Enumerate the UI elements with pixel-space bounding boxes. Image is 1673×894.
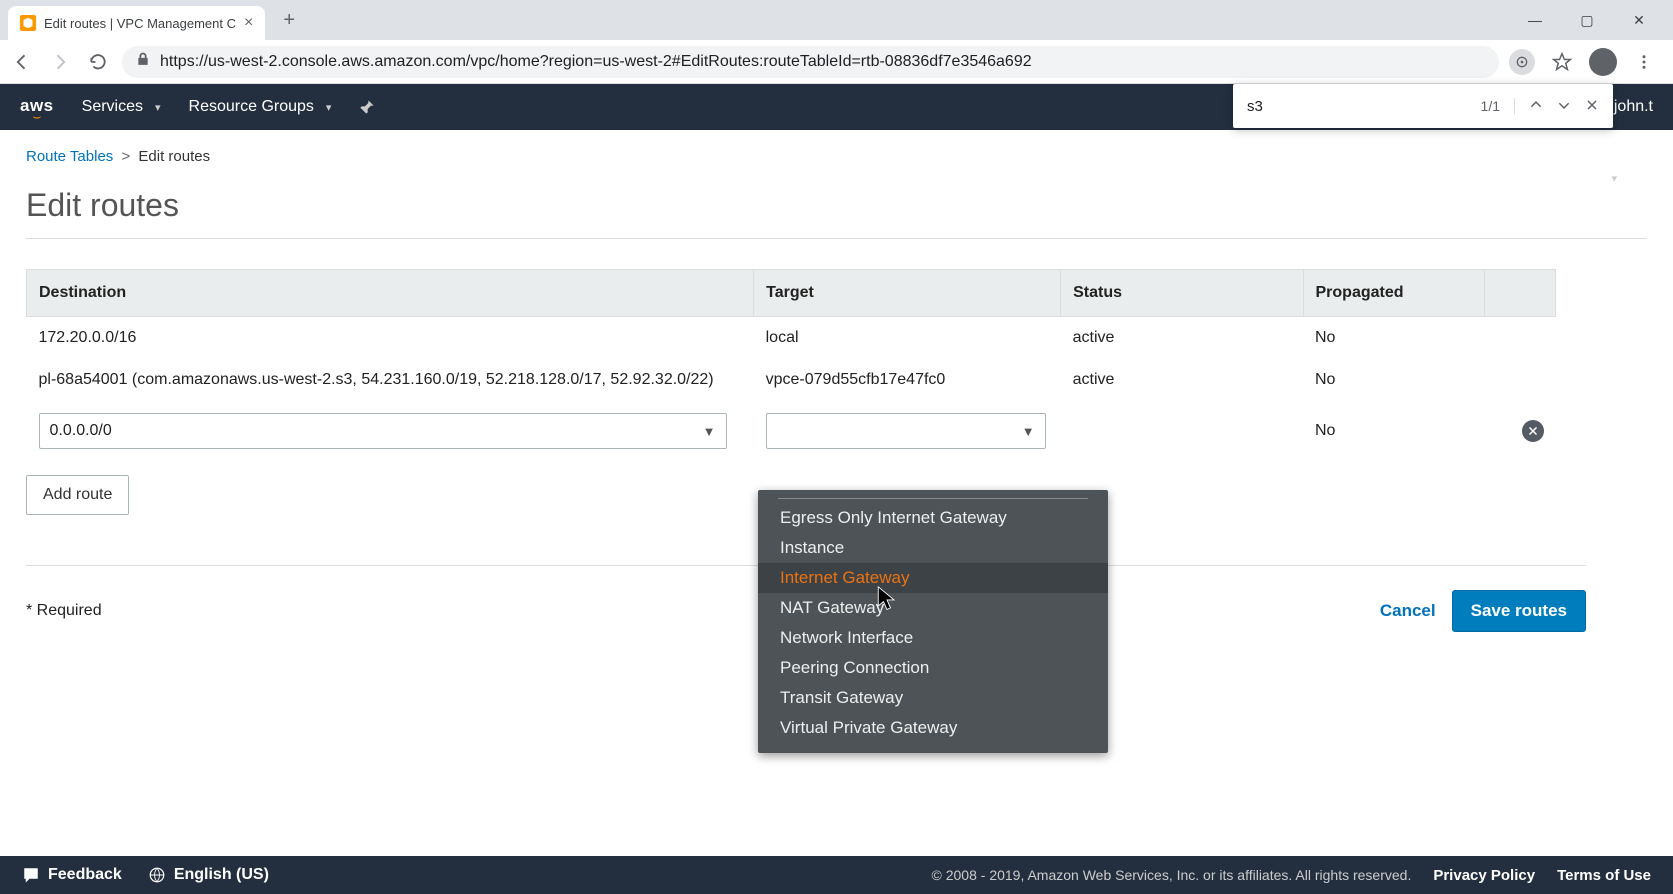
extension-icon[interactable] (1509, 49, 1535, 75)
window-controls: — ▢ ✕ (1521, 6, 1665, 34)
find-in-page: 1/1 (1233, 84, 1613, 128)
cell-propagated: No (1303, 317, 1485, 360)
save-routes-button[interactable]: Save routes (1452, 590, 1586, 632)
terms-link[interactable]: Terms of Use (1557, 867, 1651, 884)
chevron-down-icon[interactable]: ▼ (1022, 424, 1035, 439)
tab-bar: Edit routes | VPC Management C × + — ▢ ✕ (0, 0, 1673, 40)
breadcrumb: Route Tables > Edit routes (26, 148, 1647, 165)
console-footer: Feedback English (US) © 2008 - 2019, Ama… (0, 856, 1673, 894)
aws-favicon-icon (20, 15, 36, 31)
forward-icon[interactable] (46, 48, 74, 76)
close-window-icon[interactable]: ✕ (1625, 6, 1653, 34)
cancel-button[interactable]: Cancel (1380, 601, 1436, 621)
tab-title: Edit routes | VPC Management C (44, 16, 236, 31)
breadcrumb-current: Edit routes (138, 148, 210, 165)
cell-target-link[interactable]: vpce-079d55cfb17e47fc0 (754, 359, 1061, 401)
url-text: https://us-west-2.console.aws.amazon.com… (160, 53, 1032, 71)
chevron-down-icon[interactable]: ▼ (703, 424, 716, 439)
lock-icon (136, 52, 150, 71)
user-menu[interactable]: john.t (1614, 98, 1653, 116)
breadcrumb-route-tables[interactable]: Route Tables (26, 148, 113, 165)
target-dropdown-menu: Egress Only Internet Gateway Instance In… (758, 490, 1108, 753)
cell-propagated: No (1303, 401, 1485, 461)
routes-table: Destination Target Status Propagated 172… (26, 269, 1556, 461)
maximize-icon[interactable]: ▢ (1573, 6, 1601, 34)
dropdown-item[interactable]: Instance (758, 533, 1108, 563)
url-input[interactable]: https://us-west-2.console.aws.amazon.com… (122, 46, 1499, 78)
required-label: * Required (26, 602, 102, 620)
breadcrumb-separator-icon: > (121, 148, 130, 165)
dropdown-item[interactable]: NAT Gateway (758, 593, 1108, 623)
page-title: Edit routes (26, 187, 1647, 239)
cell-propagated: No (1303, 359, 1485, 401)
cell-status: active (1061, 359, 1303, 401)
table-row: pl-68a54001 (com.amazonaws.us-west-2.s3,… (27, 359, 1556, 401)
cell-destination: 172.20.0.0/16 (27, 317, 754, 360)
dropdown-separator (778, 498, 1088, 499)
privacy-link[interactable]: Privacy Policy (1433, 867, 1535, 884)
new-tab-button[interactable]: + (275, 5, 303, 36)
find-close-icon[interactable] (1585, 98, 1599, 115)
cell-destination-input: 0.0.0.0/0 ▼ (27, 401, 754, 461)
pin-icon[interactable] (359, 99, 375, 115)
browser-chrome: Edit routes | VPC Management C × + — ▢ ✕… (0, 0, 1673, 84)
table-row: 0.0.0.0/0 ▼ ▼ No (27, 401, 1556, 461)
reload-icon[interactable] (84, 48, 112, 76)
cell-status: active (1061, 317, 1303, 360)
cell-status (1061, 401, 1303, 461)
tab-close-icon[interactable]: × (244, 14, 253, 32)
dropdown-item[interactable]: Transit Gateway (758, 683, 1108, 713)
dropdown-item-highlighted[interactable]: Internet Gateway (758, 563, 1108, 593)
destination-input[interactable]: 0.0.0.0/0 ▼ (39, 413, 727, 449)
dropdown-item[interactable]: Virtual Private Gateway (758, 713, 1108, 743)
cell-destination: pl-68a54001 (com.amazonaws.us-west-2.s3,… (27, 359, 754, 401)
browser-tab[interactable]: Edit routes | VPC Management C × (8, 6, 265, 40)
aws-logo-icon[interactable]: aws ⌣ (20, 96, 54, 118)
cell-target: local (754, 317, 1061, 360)
feedback-button[interactable]: Feedback (22, 866, 122, 884)
find-input[interactable] (1247, 98, 1467, 115)
kebab-menu-icon[interactable] (1631, 49, 1657, 75)
copyright-text: © 2008 - 2019, Amazon Web Services, Inc.… (932, 867, 1412, 883)
col-target: Target (754, 270, 1061, 317)
col-status: Status (1061, 270, 1303, 317)
col-destination: Destination (27, 270, 754, 317)
table-row: 172.20.0.0/16 local active No (27, 317, 1556, 360)
address-bar: https://us-west-2.console.aws.amazon.com… (0, 40, 1673, 84)
dropdown-item[interactable]: Peering Connection (758, 653, 1108, 683)
services-menu[interactable]: Services (82, 98, 161, 116)
profile-avatar-icon[interactable] (1589, 48, 1617, 76)
find-next-icon[interactable] (1557, 98, 1571, 115)
back-icon[interactable] (8, 48, 36, 76)
find-prev-icon[interactable] (1529, 98, 1543, 115)
add-route-button[interactable]: Add route (26, 475, 129, 515)
find-count: 1/1 (1481, 98, 1515, 114)
dropdown-item[interactable]: Egress Only Internet Gateway (758, 503, 1108, 533)
col-actions (1485, 270, 1556, 317)
language-selector[interactable]: English (US) (148, 866, 269, 884)
target-input[interactable]: ▼ (766, 413, 1046, 449)
dropdown-item[interactable]: Network Interface (758, 623, 1108, 653)
resource-groups-menu[interactable]: Resource Groups (189, 98, 332, 116)
minimize-icon[interactable]: — (1521, 6, 1549, 34)
cell-target-input: ▼ (754, 401, 1061, 461)
star-icon[interactable] (1549, 49, 1575, 75)
delete-route-icon[interactable] (1522, 420, 1544, 442)
col-propagated: Propagated (1303, 270, 1485, 317)
